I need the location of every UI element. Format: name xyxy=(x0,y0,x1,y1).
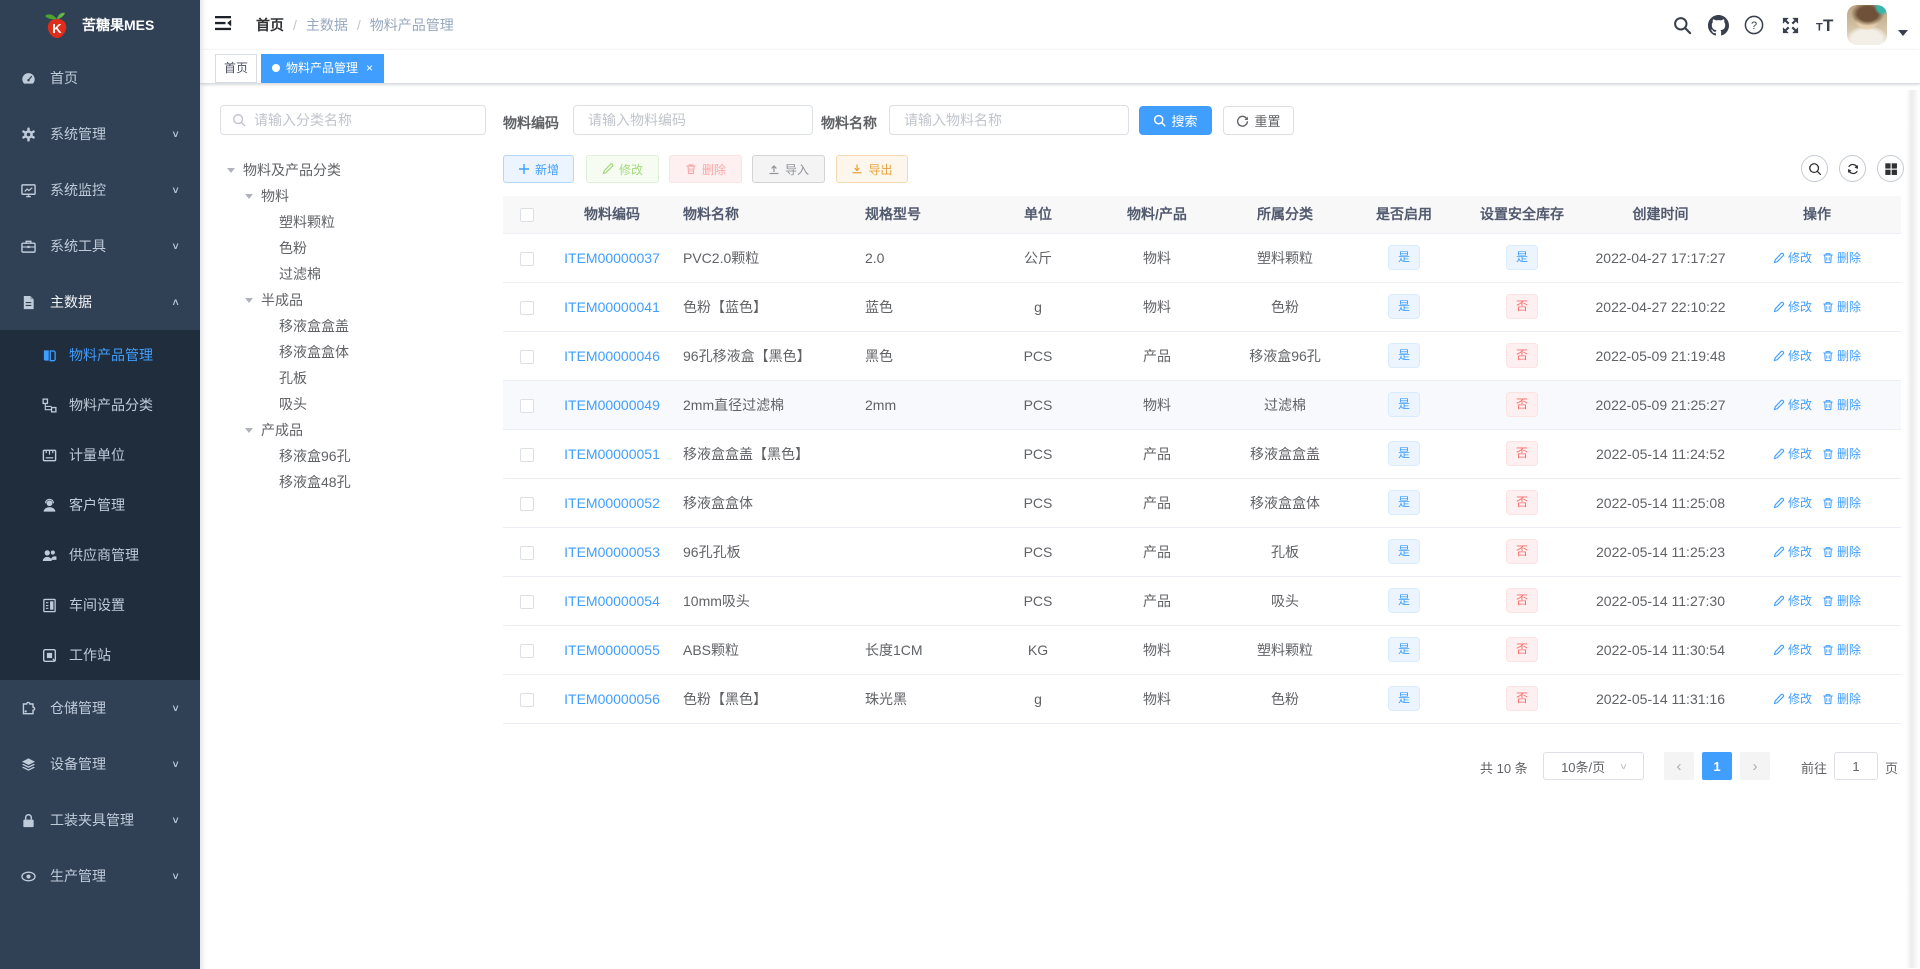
svg-text:?: ? xyxy=(1751,20,1757,32)
svg-text:K: K xyxy=(52,21,62,36)
svg-text:T: T xyxy=(1823,16,1834,35)
svg-text:T: T xyxy=(1816,22,1823,34)
